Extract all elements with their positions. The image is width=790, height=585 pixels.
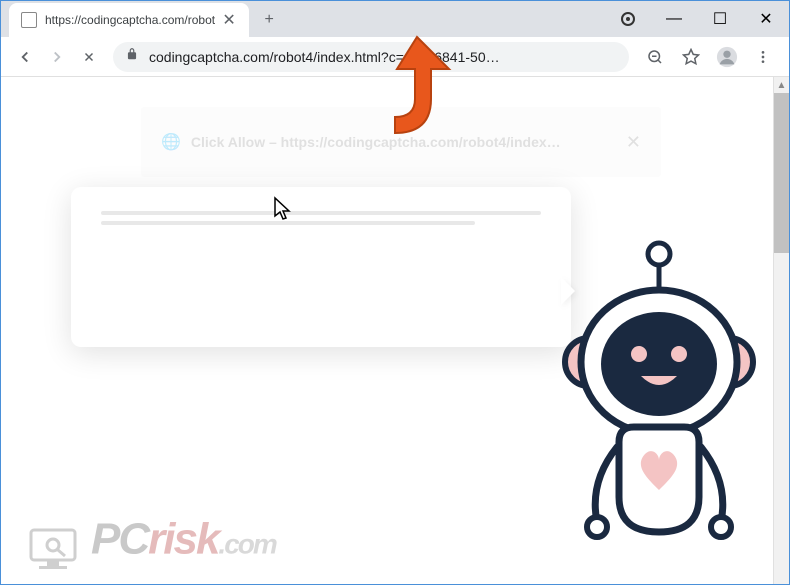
scrollbar-thumb[interactable] — [774, 93, 789, 253]
browser-tab[interactable]: https://codingcaptcha.com/robot ✕ — [9, 3, 249, 37]
back-button[interactable] — [9, 41, 41, 73]
profile-avatar[interactable] — [711, 41, 743, 73]
bubble-placeholder-lines — [71, 187, 571, 255]
ghost-dialog-close-icon: ✕ — [626, 132, 641, 153]
zoom-icon[interactable] — [639, 41, 671, 73]
forward-button[interactable] — [41, 41, 73, 73]
new-tab-button[interactable]: + — [255, 6, 283, 34]
mouse-cursor-icon — [273, 196, 293, 227]
vertical-scrollbar[interactable]: ▲ — [773, 77, 789, 584]
address-bar[interactable]: codingcaptcha.com/robot4/index.html?c=c5… — [113, 42, 629, 72]
watermark-risk: risk — [148, 515, 218, 564]
menu-icon[interactable] — [747, 41, 779, 73]
lock-icon — [125, 47, 139, 66]
app-indicator-icon — [605, 1, 651, 37]
watermark: PCrisk.com — [21, 512, 276, 572]
close-window-button[interactable]: ✕ — [743, 1, 789, 37]
speech-bubble — [71, 187, 571, 347]
watermark-pc: PC — [91, 515, 148, 564]
watermark-com: .com — [218, 529, 275, 560]
tab-close-icon[interactable]: ✕ — [221, 12, 237, 28]
minimize-button[interactable]: — — [651, 1, 697, 37]
stop-reload-button[interactable] — [73, 41, 105, 73]
ghost-globe-icon: 🌐 — [161, 132, 181, 152]
maximize-button[interactable]: ☐ — [697, 1, 743, 37]
scrollbar-up-arrow-icon[interactable]: ▲ — [774, 77, 789, 93]
tab-favicon — [21, 12, 37, 28]
robot-illustration — [559, 232, 759, 572]
window-controls: — ☐ ✕ — [605, 1, 789, 37]
bookmark-star-icon[interactable] — [675, 41, 707, 73]
tab-title: https://codingcaptcha.com/robot — [45, 13, 215, 27]
pointer-arrow-annotation — [377, 29, 467, 154]
tab-strip: https://codingcaptcha.com/robot ✕ + — [1, 1, 644, 37]
